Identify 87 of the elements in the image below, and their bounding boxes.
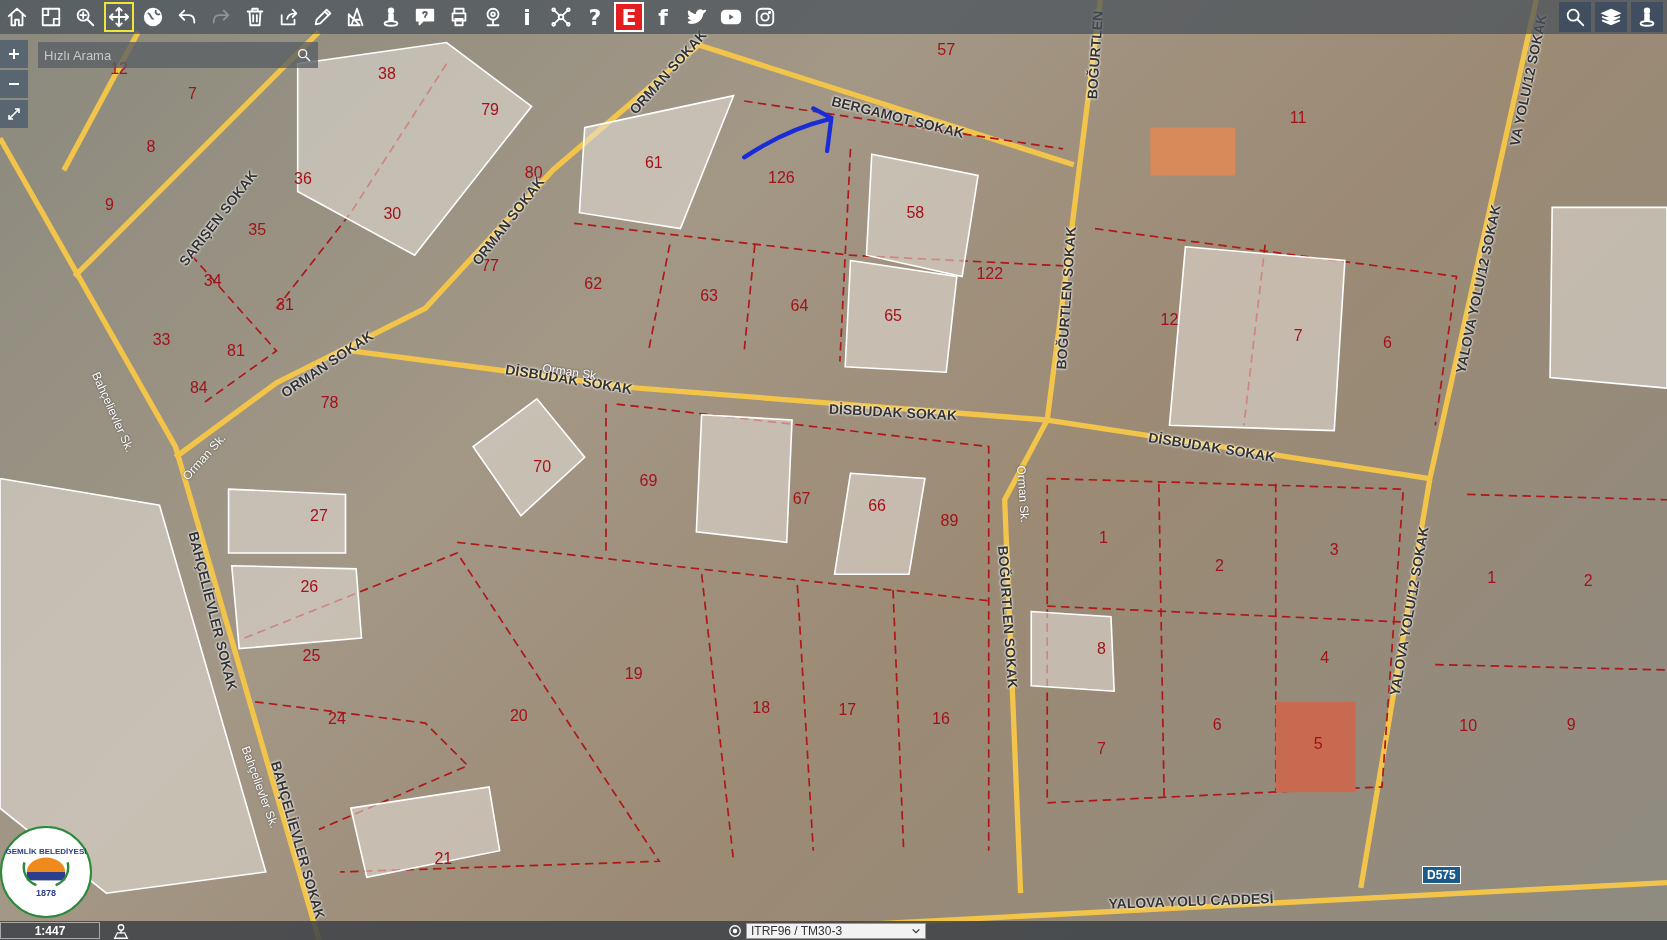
parcel-number: 11 (1289, 109, 1307, 128)
street-label: DİSBUDAK SOKAK (828, 400, 958, 423)
parcel-number: 3 (1329, 540, 1339, 559)
parcel-number: 19 (624, 665, 643, 684)
parcel-number: 78 (320, 394, 339, 412)
parcel-number: 67 (792, 489, 811, 508)
zoom-out-button[interactable] (0, 70, 28, 98)
parcel-number: 8 (146, 137, 156, 156)
parcel-number: 26 (300, 577, 319, 596)
target-icon (728, 923, 742, 938)
parcel-number: 64 (790, 297, 809, 316)
zoom-in-button[interactable] (0, 40, 28, 68)
parcel-number: 8 (1096, 639, 1106, 658)
street-label: DİSBUDAK SOKAK (1147, 428, 1277, 465)
parcel-number: 38 (378, 65, 396, 84)
parcel-number: 1 (1099, 529, 1108, 548)
parcel-number: 61 (644, 153, 663, 172)
parcel-number: 33 (152, 331, 171, 350)
parcel-number: 17 (838, 701, 857, 720)
parcel-number: 70 (533, 457, 552, 476)
parcel-number: 7 (1293, 327, 1303, 345)
parcel-number: 6 (1382, 334, 1392, 353)
parcel-number: 30 (383, 204, 402, 223)
parcel-number: 20 (509, 706, 528, 725)
parcel-number: 16 (932, 709, 950, 728)
parcel-number: 1 (1487, 569, 1497, 588)
parcel-number: 36 (294, 169, 312, 188)
parcel-number: 58 (906, 203, 925, 222)
parcel-number: 12 (1160, 311, 1179, 330)
parcel-number: 66 (868, 497, 886, 516)
parcel-number: 84 (189, 379, 208, 398)
parcel-number: 89 (940, 512, 959, 531)
parcel-number: 63 (700, 286, 718, 305)
projection-dropdown[interactable]: ITRF96 / TM30-3 (746, 922, 926, 939)
parcel-number: 34 (203, 271, 222, 290)
parcel-number: 79 (481, 100, 499, 119)
parcel-number: 31 (276, 296, 294, 315)
parcel-number: 7 (1096, 739, 1106, 758)
parcel-number: 81 (227, 341, 245, 360)
parcel-number: 10 (1459, 717, 1478, 736)
parcel-number: 18 (752, 699, 771, 718)
text-tool-button[interactable]: ? (580, 2, 610, 32)
parcel-number: 126 (768, 168, 795, 187)
expand-icon (6, 106, 22, 122)
scale-readout: 1:447 (0, 922, 100, 939)
harbor-emblem-icon (22, 856, 70, 887)
parcel-number: 69 (639, 471, 658, 490)
parcel-number: 9 (1566, 716, 1576, 735)
street-label: YALOVA YOLU CADDESİ (1108, 889, 1274, 912)
parcel-number: 25 (302, 647, 321, 666)
street-label: YALOVA YOLU/12 SOKAK (1385, 525, 1432, 698)
text-tool-button[interactable]: i (512, 2, 542, 32)
search-icon[interactable] (1559, 2, 1591, 32)
parcel-number: 27 (310, 506, 328, 525)
person-icon[interactable] (1631, 2, 1663, 32)
road-shield: D575 (1422, 866, 1461, 884)
parcel-number: 35 (248, 220, 267, 239)
parcel-number: 2 (1583, 571, 1593, 590)
logo-year: 1878 (36, 887, 56, 898)
logo-text: GEMLİK BELEDİYESİ (5, 846, 87, 856)
parcel-number: 65 (884, 306, 902, 325)
text-tool-button[interactable]: f (648, 2, 678, 32)
fullscreen-button[interactable] (0, 100, 28, 128)
street-label: VA YOLU/12 SOKAK (1505, 12, 1550, 148)
street-label: YALOVA YOLU/12 SOKAK (1452, 203, 1504, 375)
street-label: BOĞURTLEN SOKAK (1053, 225, 1080, 370)
parcel-number: 4 (1320, 649, 1330, 668)
e-badge-button[interactable]: E (614, 2, 644, 32)
minus-icon (9, 83, 19, 85)
layers-icon[interactable] (1595, 2, 1627, 32)
parcel-number: 24 (328, 709, 346, 728)
parcel-number: 2 (1214, 556, 1224, 575)
parcel-number: 62 (584, 274, 603, 293)
parcel-number: 57 (937, 40, 956, 59)
parcel-number: 21 (434, 850, 453, 869)
street-label: BOĞURTLEN SOKAK (994, 544, 1021, 689)
search-icon[interactable] (296, 47, 312, 63)
parcel-number: 6 (1212, 716, 1222, 735)
parcel-number: 122 (976, 265, 1004, 284)
move-icon[interactable] (104, 2, 134, 32)
street-label: Orman Sk. (1013, 465, 1032, 524)
street-label: BOĞURTLEN (1083, 10, 1107, 101)
parcel-number: 9 (105, 196, 114, 215)
parcel-number: 5 (1313, 735, 1323, 754)
parcel-number: 7 (187, 84, 197, 103)
plus-icon (6, 46, 22, 62)
map-pin-icon[interactable] (112, 921, 130, 940)
